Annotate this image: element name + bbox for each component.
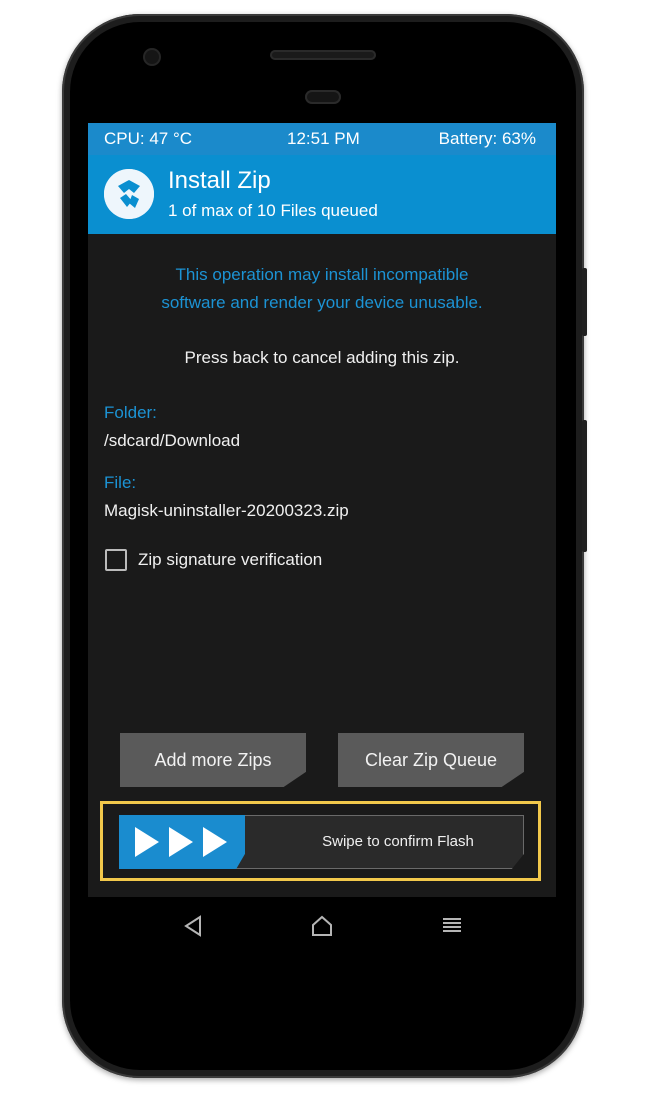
folder-path: /sdcard/Download — [104, 431, 241, 450]
warning-line-2: software and render your device unusable… — [161, 293, 483, 312]
twrp-screen: CPU: 47 °C 12:51 PM Battery: 63% Install… — [88, 123, 556, 897]
cancel-notice: Press back to cancel adding this zip. — [184, 348, 460, 367]
twrp-logo-icon — [104, 169, 154, 219]
zip-signature-checkbox[interactable] — [105, 549, 127, 571]
front-camera — [145, 50, 159, 64]
page-title: Install Zip — [168, 167, 271, 194]
navigation-bar — [88, 897, 556, 955]
add-more-zips-button[interactable]: Add more Zips — [120, 733, 306, 787]
file-name: Magisk-uninstaller-20200323.zip — [104, 501, 349, 520]
home-icon[interactable] — [307, 911, 337, 941]
swipe-arrows-icon — [135, 827, 227, 857]
folder-label: Folder: — [104, 403, 157, 422]
menu-icon[interactable] — [437, 911, 467, 941]
zip-signature-label[interactable]: Zip signature verification — [138, 550, 322, 570]
file-label: File: — [104, 473, 137, 492]
swipe-label: Swipe to confirm Flash — [322, 833, 474, 850]
warning-line-1: This operation may install incompatible — [175, 265, 469, 284]
power-button — [582, 420, 587, 552]
page-header: Install Zip 1 of max of 10 Files queued — [88, 155, 556, 234]
cpu-temp: CPU: 47 °C — [104, 129, 193, 148]
clock: 12:51 PM — [287, 129, 360, 148]
proximity-sensor — [305, 90, 341, 104]
swipe-handle[interactable] — [119, 815, 245, 869]
back-triangle-icon[interactable] — [178, 911, 208, 941]
volume-button — [582, 268, 587, 336]
battery-level: Battery: 63% — [438, 129, 536, 148]
queue-count: 1 of max of 10 Files queued — [168, 201, 378, 220]
earpiece-speaker — [270, 50, 376, 60]
clear-zip-queue-button[interactable]: Clear Zip Queue — [338, 733, 524, 787]
status-bar: CPU: 47 °C 12:51 PM Battery: 63% — [88, 123, 556, 155]
